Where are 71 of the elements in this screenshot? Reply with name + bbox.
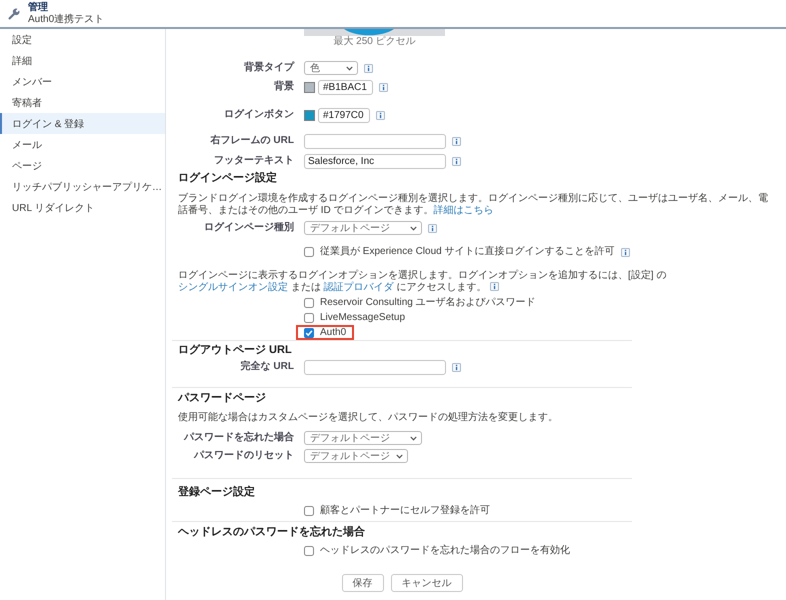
dropdown[interactable]: デフォルトページ — [304, 449, 408, 463]
cancel-button[interactable]: キャンセル — [390, 574, 462, 592]
color-swatch-icon[interactable] — [304, 82, 315, 92]
login-option[interactable]: Auth0 — [296, 325, 354, 340]
text-field[interactable] — [304, 134, 446, 148]
info-icon[interactable] — [428, 224, 437, 232]
dropdown[interactable]: デフォルトページ — [304, 221, 422, 235]
checkbox[interactable] — [304, 298, 314, 308]
section-heading: ログインページ設定 — [178, 171, 277, 185]
section-heading: ヘッドレスのパスワードを忘れた場合 — [178, 525, 365, 539]
hex-color-field[interactable]: #B1BAC1 — [318, 80, 373, 94]
help-link[interactable]: 認証プロバイダ — [324, 282, 394, 293]
section-heading: パスワードページ — [178, 391, 266, 405]
checkbox[interactable] — [304, 506, 314, 516]
field-label: パスワードのリセット — [194, 450, 294, 462]
description-text: ログインページに表示するログインオプションを選択します。ログインオプションを追加するには、[設定] の シングルサインオン設定 または 認証プロバイダ にアクセスします。 — [178, 270, 668, 294]
hex-color-field[interactable]: #1797C0 — [318, 108, 370, 122]
info-icon[interactable] — [452, 156, 461, 166]
login-option[interactable]: Reservoir Consulting ユーザ名およびパスワード — [296, 295, 544, 310]
checkbox[interactable] — [304, 312, 314, 322]
text-field[interactable]: Salesforce, Inc — [304, 154, 446, 168]
sidebar-item[interactable]: メール — [0, 134, 165, 155]
info-icon[interactable] — [376, 110, 385, 120]
info-icon[interactable] — [364, 64, 373, 72]
wrench-icon — [8, 8, 20, 20]
description-text: ブランドログイン環境を作成するログインページ種別を選択します。ログインページ種別に応じて、ユーザはユーザ名、メール、電話番号、またはその他のユーザ ID でログインできます。詳細はこちら — [178, 193, 769, 217]
description-text: 使用可能な場合はカスタムページを選択して、パスワードの処理方法を変更します。 — [178, 412, 559, 424]
info-icon[interactable] — [490, 282, 500, 291]
field-label: 完全な URL — [240, 361, 294, 373]
sidebar-item[interactable]: ページ — [0, 155, 165, 176]
help-link[interactable]: 詳細はこちら — [434, 205, 494, 216]
checkbox-label: 従業員が Experience Cloud サイトに直接ログインすることを許可 — [320, 246, 614, 258]
field-label: ログインボタン — [224, 109, 294, 121]
site-name: Auth0連携テスト — [28, 14, 104, 26]
checkbox-label: 顧客とパートナーにセルフ登録を許可 — [320, 505, 490, 517]
sidebar-item[interactable]: ログイン & 登録 — [0, 113, 165, 134]
section-heading: 登録ページ設定 — [178, 485, 255, 499]
info-icon[interactable] — [378, 82, 388, 92]
login-option[interactable]: LiveMessageSetup — [296, 310, 414, 325]
info-icon[interactable] — [452, 362, 461, 372]
text-field[interactable] — [304, 360, 446, 374]
caret-icon — [396, 454, 403, 458]
sidebar-item[interactable]: 詳細 — [0, 50, 165, 71]
color-swatch-icon[interactable] — [304, 110, 315, 120]
checkbox[interactable] — [304, 546, 314, 556]
field-label: フッターテキスト — [214, 155, 294, 167]
section-heading: ログアウトページ URL — [178, 343, 292, 357]
sidebar-item[interactable]: メンバー — [0, 71, 165, 92]
sidebar-item[interactable]: 設定 — [0, 29, 165, 50]
help-link[interactable]: シングルサインオン設定 — [178, 282, 288, 293]
checkbox[interactable] — [304, 247, 314, 257]
field-label: 背景 — [274, 81, 294, 93]
save-button[interactable]: 保存 — [342, 574, 384, 592]
app-title: 管理 — [28, 2, 49, 14]
field-label: 背景タイプ — [244, 62, 294, 74]
field-label: 右フレームの URL — [210, 135, 294, 147]
checkbox-label: ヘッドレスのパスワードを忘れた場合のフローを有効化 — [320, 545, 570, 557]
info-icon[interactable] — [620, 248, 630, 256]
caret-icon — [346, 66, 353, 70]
field-label: パスワードを忘れた場合 — [184, 432, 294, 444]
sidebar-item[interactable]: 寄稿者 — [0, 92, 165, 113]
field-label: ログインページ種別 — [204, 222, 294, 234]
dropdown[interactable]: デフォルトページ — [304, 431, 422, 445]
sidebar-item[interactable]: リッチパブリッシャーアプリケ… — [0, 176, 165, 197]
image-size-caption: 最大 250 ピクセル — [332, 36, 417, 48]
info-icon[interactable] — [452, 136, 461, 146]
caret-icon — [410, 226, 417, 230]
sidebar-item[interactable]: URL リダイレクト — [0, 197, 165, 218]
checkbox[interactable] — [304, 328, 314, 338]
caret-icon — [410, 436, 417, 440]
dropdown[interactable]: 色 — [304, 61, 358, 75]
